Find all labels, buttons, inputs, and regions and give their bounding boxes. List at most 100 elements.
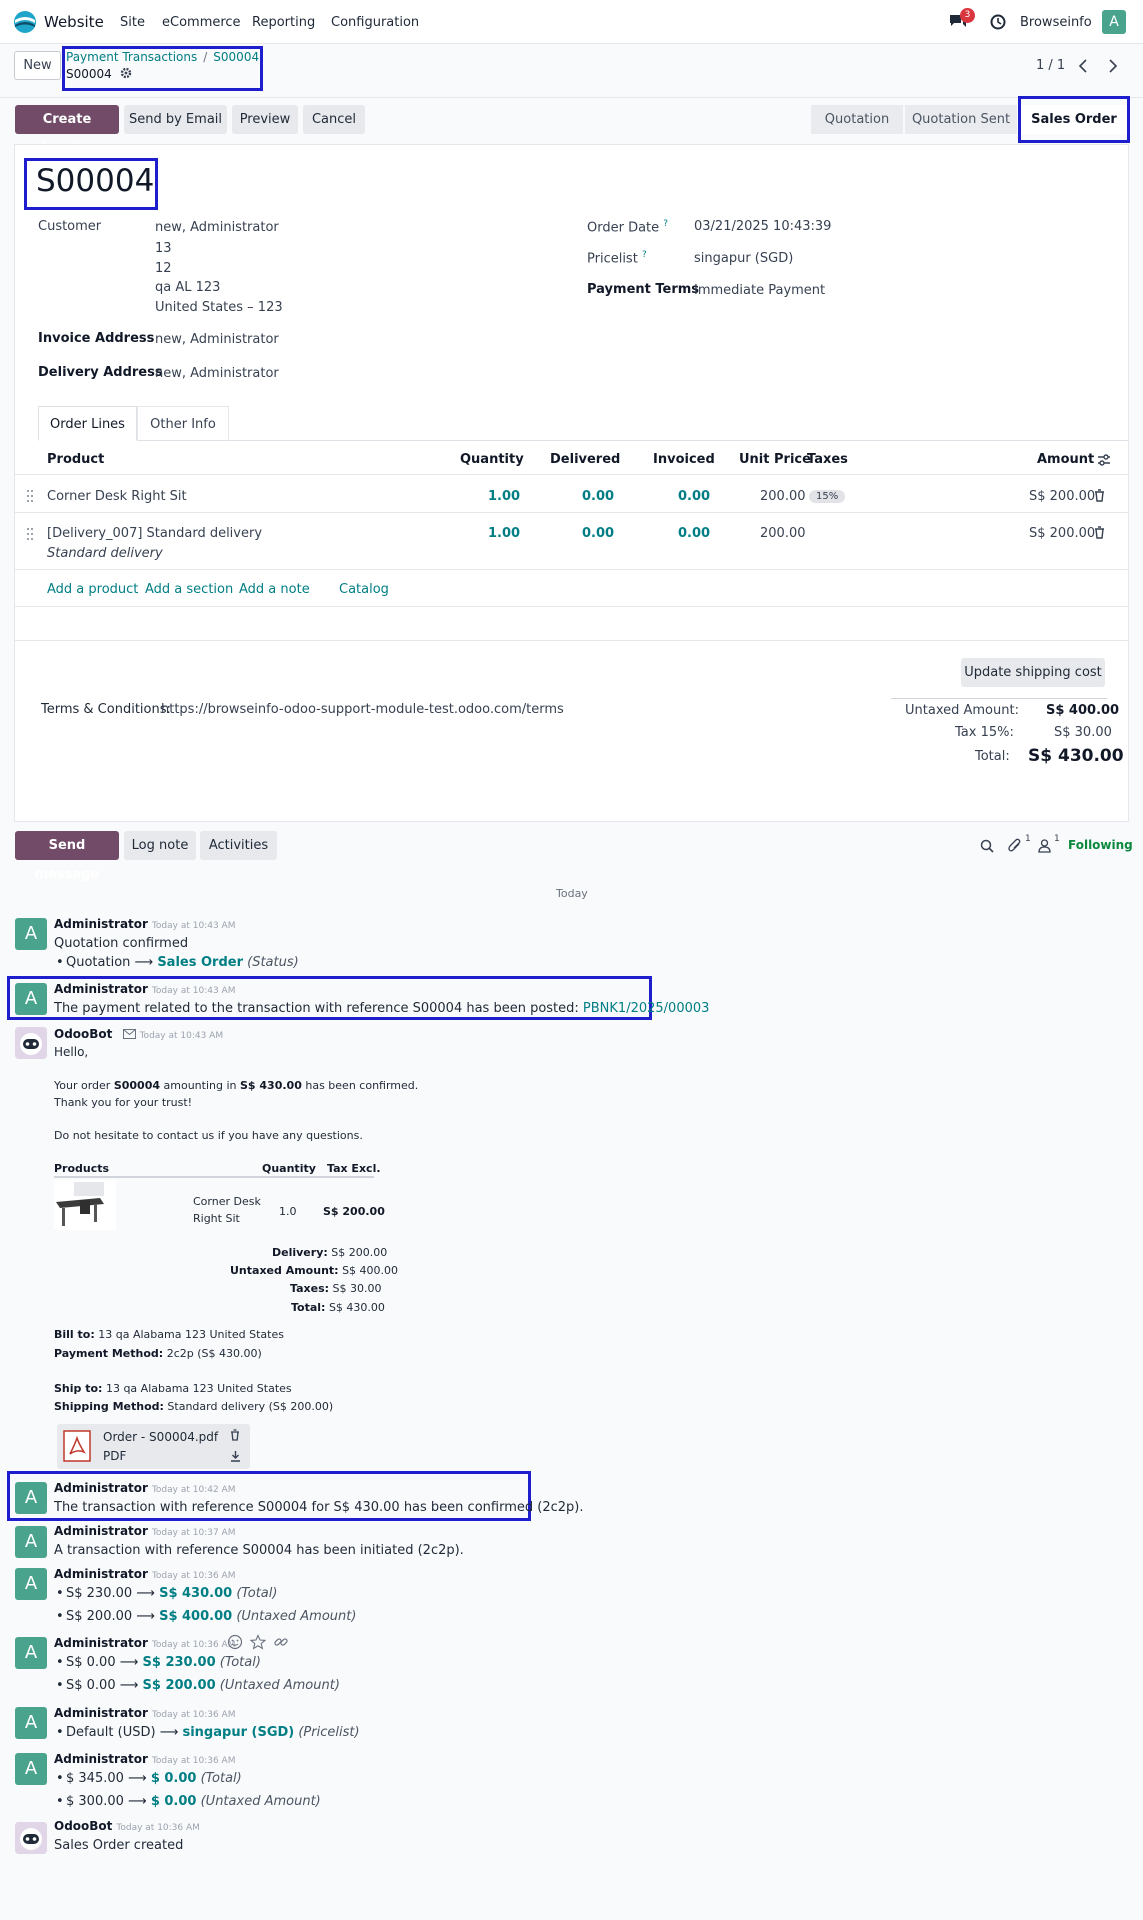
chevron-left-icon[interactable] [1078, 59, 1088, 73]
help-icon[interactable]: ? [642, 250, 647, 260]
drag-handle-icon[interactable] [27, 490, 34, 502]
update-shipping-button[interactable]: Update shipping cost [961, 658, 1105, 687]
author-avatar[interactable]: A [15, 918, 47, 950]
message-author[interactable]: Administrator Today at 10:36 AM [54, 1752, 235, 1766]
terms-link[interactable]: https://browseinfo-odoo-support-module-t… [161, 702, 564, 717]
column-taxes[interactable]: Taxes [807, 452, 848, 467]
message-time: Today at 10:42 AM [151, 1485, 236, 1495]
search-icon[interactable] [980, 839, 994, 853]
attachment-card[interactable]: Order - S00004.pdf PDF [57, 1424, 250, 1469]
website-app-icon[interactable] [13, 10, 37, 34]
new-button[interactable]: New [14, 51, 61, 80]
add-note-link[interactable]: Add a note [239, 582, 310, 597]
breadcrumb-record[interactable]: S00004 [213, 50, 259, 64]
app-name[interactable]: Website [44, 13, 104, 31]
pager-value[interactable]: 1 / 1 [1036, 58, 1065, 73]
log-note-button[interactable]: Log note [124, 831, 196, 860]
drag-handle-icon[interactable] [27, 528, 34, 540]
untaxed-value: S$ 400.00 [1046, 703, 1120, 718]
followers-icon[interactable] [1038, 839, 1051, 853]
message-author[interactable]: Administrator Today at 10:42 AM [54, 1481, 235, 1495]
author-avatar[interactable]: A [15, 1482, 47, 1514]
user-avatar[interactable]: A [1102, 10, 1126, 34]
mail-column-quantity: Quantity [262, 1162, 316, 1175]
trash-icon[interactable] [1094, 489, 1105, 502]
message-author[interactable]: Administrator Today at 10:37 AM [54, 1524, 235, 1538]
message-author[interactable]: OdooBot Today at 10:43 AM [54, 1027, 223, 1041]
status-quotation[interactable]: Quotation [811, 105, 903, 134]
tracking-change: Default (USD) ⟶ singapur (SGD) (Pricelis… [56, 1725, 360, 1740]
cancel-button[interactable]: Cancel [303, 105, 365, 134]
send-by-email-button[interactable]: Send by Email [124, 105, 227, 134]
column-quantity[interactable]: Quantity [460, 452, 524, 467]
preview-button[interactable]: Preview [232, 105, 298, 134]
author-avatar[interactable]: A [15, 1707, 47, 1739]
column-unit-price[interactable]: Unit Price [739, 452, 811, 467]
activities-button[interactable]: Activities [200, 831, 277, 860]
add-section-link[interactable]: Add a section [145, 582, 233, 597]
message-author[interactable]: Administrator Today at 10:36 AM [54, 1636, 235, 1650]
tab-order-lines[interactable]: Order Lines [38, 406, 137, 441]
following-button[interactable]: Following [1068, 838, 1133, 852]
invoice-address-field[interactable]: new, Administrator [155, 332, 279, 347]
payment-link[interactable]: PBNK1/2025/00003 [583, 1001, 709, 1016]
author-avatar[interactable]: A [15, 1637, 47, 1669]
send-message-button[interactable]: Send message [15, 831, 119, 882]
breadcrumb-separator: / [203, 50, 208, 64]
help-icon[interactable]: ? [663, 219, 668, 229]
author-avatar[interactable]: A [15, 1568, 47, 1600]
tab-other-info[interactable]: Other Info [137, 406, 229, 441]
catalog-link[interactable]: Catalog [339, 582, 389, 597]
column-product[interactable]: Product [47, 452, 104, 467]
quantity-value: 1.00 [488, 526, 521, 541]
message-author[interactable]: Administrator Today at 10:43 AM [54, 917, 235, 931]
chevron-right-icon[interactable] [1108, 59, 1118, 73]
column-invoiced[interactable]: Invoiced [653, 452, 715, 467]
link-icon[interactable] [273, 1634, 289, 1650]
attachment-name: Order - S00004.pdf [103, 1430, 219, 1444]
column-settings-icon[interactable] [1097, 453, 1111, 467]
row-divider [15, 640, 1128, 641]
download-icon[interactable] [230, 1450, 241, 1462]
trash-icon[interactable] [1094, 526, 1105, 539]
add-product-link[interactable]: Add a product [47, 582, 138, 597]
tracking-change: S$ 0.00 ⟶ S$ 230.00 (Total) [56, 1655, 261, 1670]
message-author[interactable]: OdooBot Today at 10:36 AM [54, 1819, 200, 1833]
mail-ship-to: Ship to: 13 qa Alabama 123 United States [54, 1382, 292, 1395]
author-avatar[interactable]: A [15, 1753, 47, 1785]
highlight-box-status [1018, 96, 1130, 143]
message-author[interactable]: Administrator Today at 10:43 AM [54, 982, 235, 996]
paperclip-icon[interactable] [1008, 838, 1022, 853]
add-reaction-icon[interactable] [227, 1634, 243, 1650]
author-avatar[interactable]: A [15, 1526, 47, 1558]
status-quotation-sent[interactable]: Quotation Sent [905, 105, 1017, 134]
message-author[interactable]: Administrator Today at 10:36 AM [54, 1706, 235, 1720]
company-name[interactable]: Browseinfo [1020, 15, 1092, 30]
untaxed-label: Untaxed Amount: [905, 703, 1019, 718]
menu-configuration[interactable]: Configuration [331, 15, 419, 30]
menu-site[interactable]: Site [120, 15, 145, 30]
odoobot-avatar[interactable] [15, 1027, 47, 1059]
message-author[interactable]: Administrator Today at 10:36 AM [54, 1567, 235, 1581]
order-date-field[interactable]: 03/21/2025 10:43:39 [694, 219, 831, 234]
delivery-address-field[interactable]: new, Administrator [155, 366, 279, 381]
trash-icon[interactable] [230, 1429, 240, 1441]
odoobot-avatar[interactable] [15, 1822, 47, 1854]
message-body: Sales Order created [54, 1838, 184, 1853]
mail-item-name: Right Sit [193, 1212, 240, 1225]
breadcrumb-payment-transactions[interactable]: Payment Transactions [66, 50, 197, 64]
menu-reporting[interactable]: Reporting [252, 15, 315, 30]
activity-clock-icon[interactable] [990, 14, 1006, 30]
gear-icon[interactable] [120, 67, 132, 79]
column-amount[interactable]: Amount [1037, 452, 1094, 467]
author-avatar[interactable]: A [15, 983, 47, 1015]
pricelist-field[interactable]: singapur (SGD) [694, 251, 793, 266]
customer-link[interactable]: new, Administrator [155, 220, 279, 235]
create-invoice-button[interactable]: Create Invoice [15, 105, 119, 156]
tracking-change: $ 300.00 ⟶ $ 0.00 (Untaxed Amount) [56, 1794, 321, 1809]
attachment-type: PDF [103, 1449, 127, 1463]
star-icon[interactable] [250, 1634, 266, 1650]
column-delivered[interactable]: Delivered [550, 452, 620, 467]
menu-ecommerce[interactable]: eCommerce [162, 15, 241, 30]
payment-terms-field[interactable]: Immediate Payment [694, 283, 825, 298]
